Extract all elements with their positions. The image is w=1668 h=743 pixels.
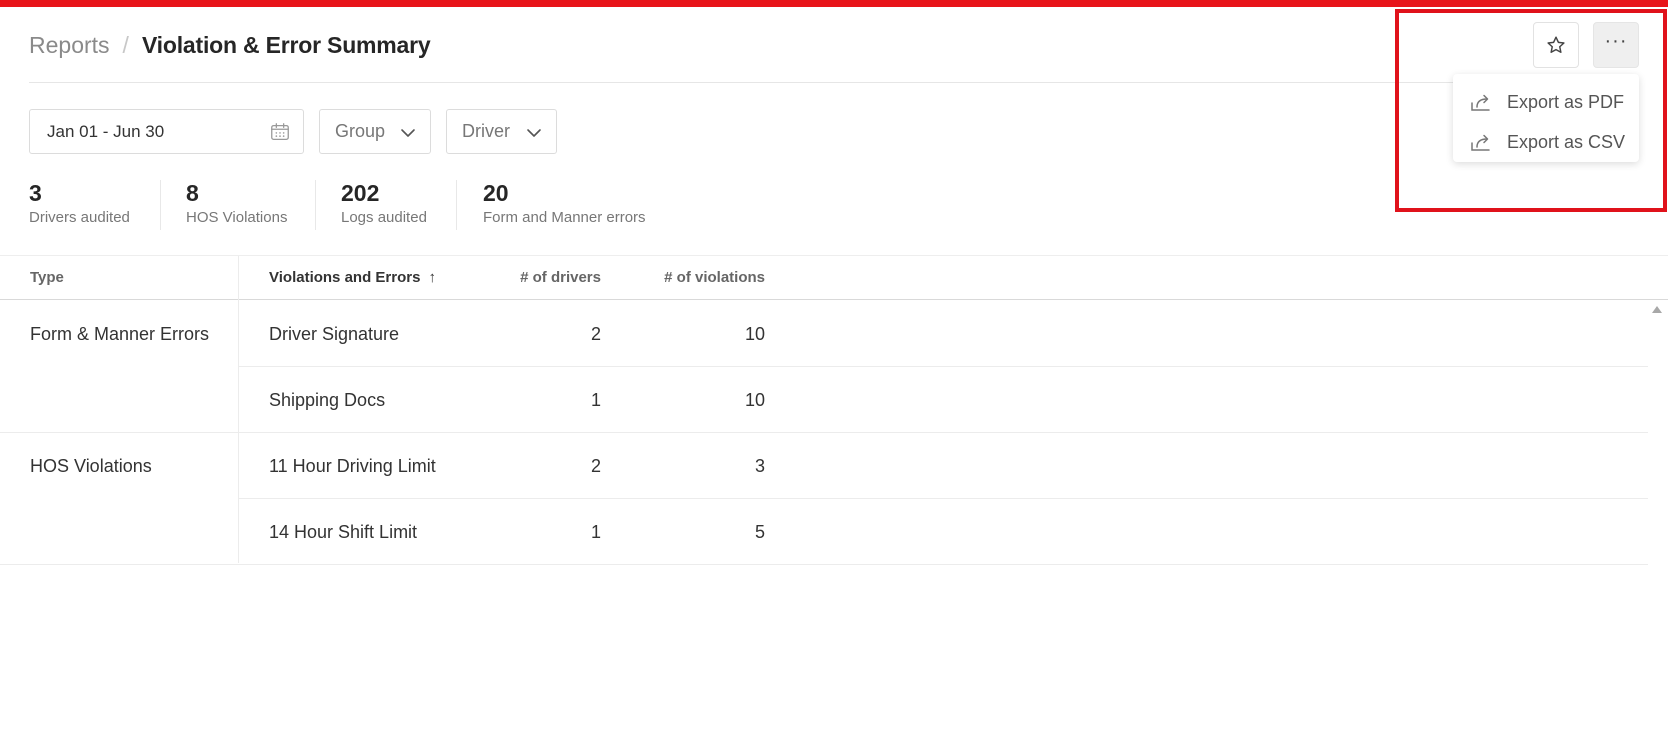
table-header: Type Violations and Errors ↑ # of drivers… xyxy=(0,256,1668,300)
violation-count: 3 xyxy=(754,456,765,476)
violation-name: Shipping Docs xyxy=(269,390,386,410)
column-header-violations-label: Violations and Errors xyxy=(269,269,421,286)
violation-name: Driver Signature xyxy=(269,324,400,344)
stat-hos-violations: 8 HOS Violations xyxy=(186,178,287,230)
driver-count: 2 xyxy=(590,324,601,344)
stat-value: 202 xyxy=(341,180,380,206)
violation-count: 5 xyxy=(754,522,765,542)
date-range-value: Jan 01 - Jun 30 xyxy=(47,121,165,141)
stat-logs-audited: 202 Logs audited xyxy=(341,178,427,230)
stat-form-manner-errors: 20 Form and Manner errors xyxy=(483,178,646,230)
annotation-highlight-box xyxy=(1395,9,1667,212)
scroll-up-arrow[interactable] xyxy=(1652,306,1662,313)
sort-ascending-icon: ↑ xyxy=(428,269,436,286)
column-header-drivers[interactable]: # of drivers xyxy=(480,256,601,300)
chevron-down-icon xyxy=(527,129,541,137)
violation-count: 10 xyxy=(744,390,765,410)
breadcrumb-separator: / xyxy=(122,31,129,58)
stat-value: 3 xyxy=(29,180,42,206)
stat-divider xyxy=(160,180,161,230)
group-divider xyxy=(0,564,239,565)
table-row[interactable]: 11 Hour Driving Limit 2 3 xyxy=(239,433,1648,499)
table-row[interactable]: Shipping Docs 1 10 xyxy=(239,367,1648,433)
stat-label: Drivers audited xyxy=(29,209,130,226)
page-title: Violation & Error Summary xyxy=(141,31,431,58)
group-type-label: HOS Violations xyxy=(30,456,152,476)
stat-divider xyxy=(456,180,457,230)
stat-divider xyxy=(315,180,316,230)
group-type-label: Form & Manner Errors xyxy=(30,324,210,344)
column-header-violations[interactable]: Violations and Errors ↑ xyxy=(269,256,436,300)
table-row[interactable]: Driver Signature 2 10 xyxy=(239,301,1648,367)
driver-count: 1 xyxy=(590,390,601,410)
calendar-icon xyxy=(271,123,289,140)
driver-filter-dropdown[interactable]: Driver xyxy=(446,109,557,154)
violation-count: 10 xyxy=(744,324,765,344)
table-row[interactable]: 14 Hour Shift Limit 1 5 xyxy=(239,499,1648,565)
stat-value: 20 xyxy=(483,180,509,206)
stat-value: 8 xyxy=(186,180,199,206)
column-header-violation-count[interactable]: # of violations xyxy=(620,256,765,300)
top-accent-bar xyxy=(0,0,1668,7)
chevron-down-icon xyxy=(401,129,415,137)
table-group-form-manner: Form & Manner Errors Driver Signature 2 … xyxy=(0,301,1648,433)
driver-count: 2 xyxy=(590,456,601,476)
stat-label: Form and Manner errors xyxy=(483,209,646,226)
table-group-hos-violations: HOS Violations 11 Hour Driving Limit 2 3… xyxy=(0,433,1648,565)
stat-label: HOS Violations xyxy=(186,209,288,226)
stat-drivers-audited: 3 Drivers audited xyxy=(29,178,130,230)
group-filter-label: Group xyxy=(335,121,386,141)
breadcrumb-reports-link[interactable]: Reports xyxy=(29,32,110,59)
stat-label: Logs audited xyxy=(341,209,427,226)
group-filter-dropdown[interactable]: Group xyxy=(319,109,431,154)
violation-name: 11 Hour Driving Limit xyxy=(269,456,436,476)
violation-name: 14 Hour Shift Limit xyxy=(269,522,418,542)
breadcrumb: Reports / Violation & Error Summary xyxy=(29,28,431,62)
driver-count: 1 xyxy=(590,522,601,542)
header-divider xyxy=(29,82,1529,83)
driver-filter-label: Driver xyxy=(462,121,510,141)
date-range-picker[interactable]: Jan 01 - Jun 30 xyxy=(29,109,304,154)
column-header-type[interactable]: Type xyxy=(30,256,64,300)
